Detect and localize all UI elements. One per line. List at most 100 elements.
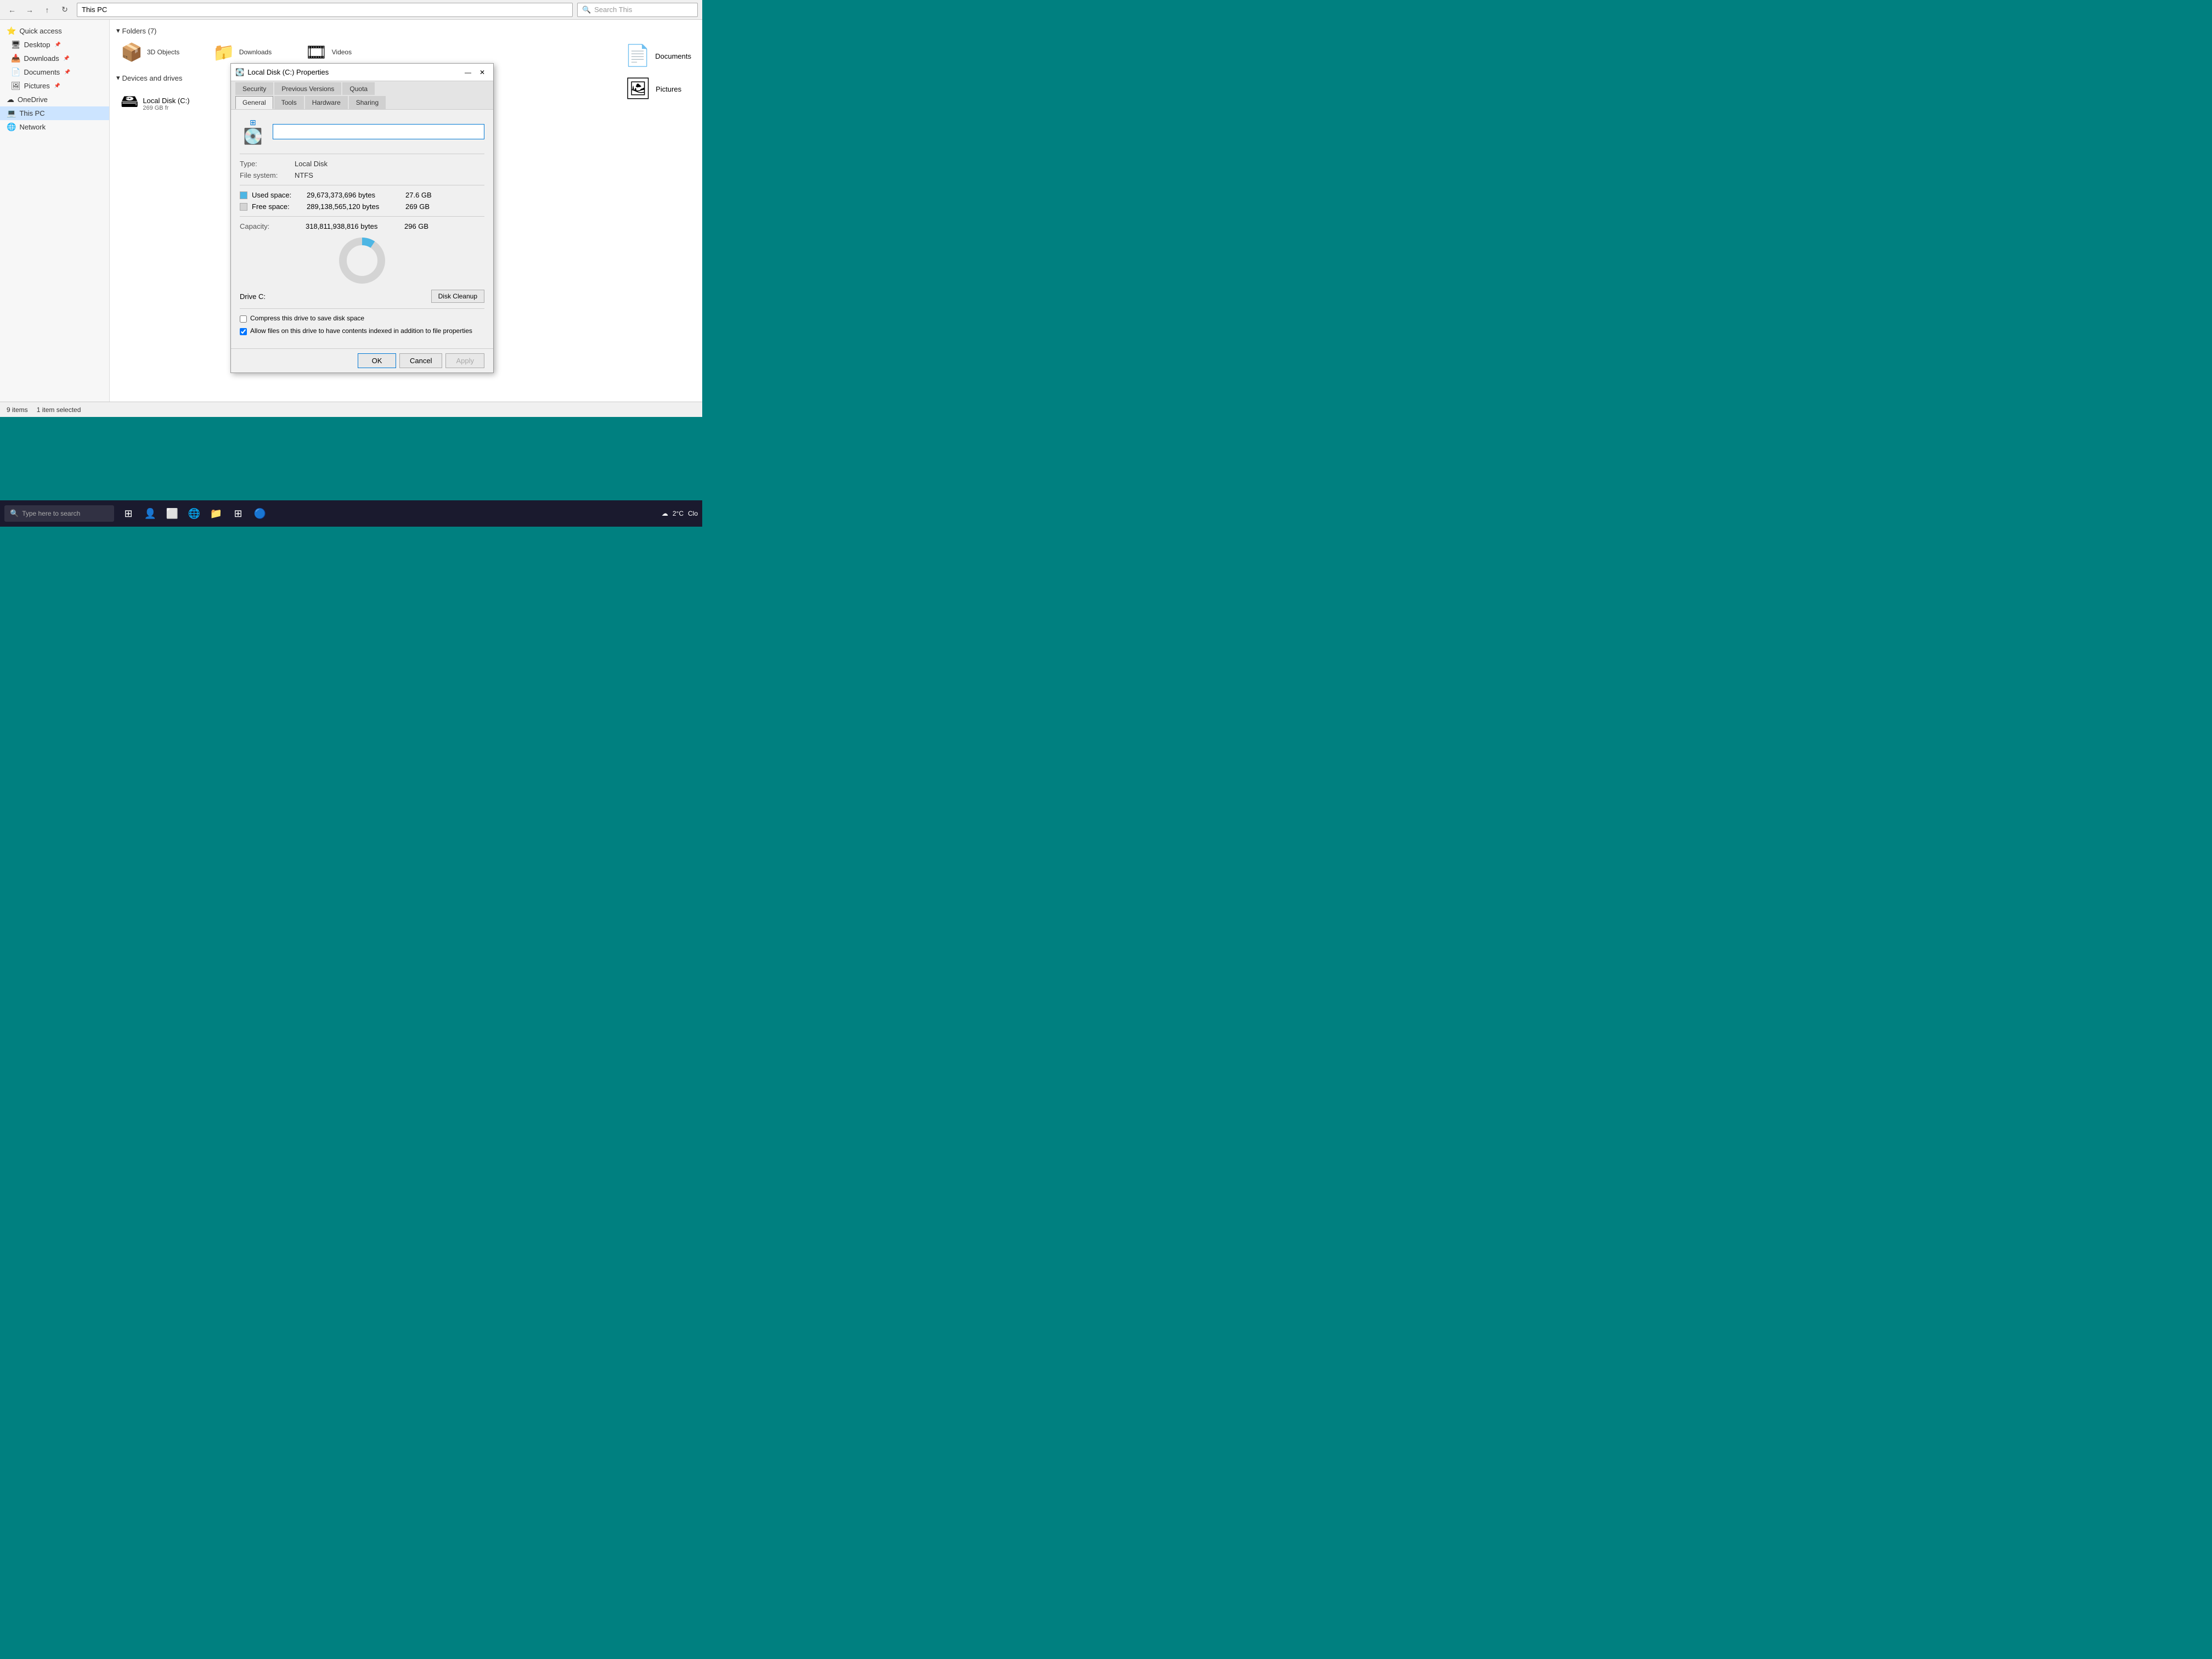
used-space-row: Used space: 29,673,373,696 bytes 27.6 GB <box>240 191 484 199</box>
device-info: Local Disk (C:) 269 GB fr <box>143 97 189 111</box>
tab-hardware[interactable]: Hardware <box>305 96 348 109</box>
taskbar-icon-start[interactable]: ⊞ <box>119 504 138 523</box>
sidebar-item-this-pc[interactable]: 💻 This PC <box>0 106 109 120</box>
sidebar-item-pictures[interactable]: 🖼 Pictures 📌 <box>0 79 109 93</box>
list-item[interactable]: 🎞 Videos <box>301 40 388 65</box>
list-item[interactable]: 📦 3D Objects <box>116 40 204 65</box>
ok-button[interactable]: OK <box>358 353 396 368</box>
drive-label: Drive C: <box>240 292 266 301</box>
taskbar-icon-chrome[interactable]: 🔵 <box>250 504 270 523</box>
sidebar-item-quick-access[interactable]: ⭐ Quick access <box>0 24 109 38</box>
sidebar-item-label: Desktop <box>24 41 50 49</box>
drive-icon-large: 💽 <box>244 127 263 145</box>
list-item[interactable]: 📄 Documents <box>625 44 691 68</box>
free-color-box <box>240 203 247 211</box>
folder-name: 3D Objects <box>147 48 179 56</box>
tab-row-1: Security Previous Versions Quota <box>231 81 493 95</box>
index-label: Allow files on this drive to have conten… <box>250 327 472 335</box>
sidebar-item-label: OneDrive <box>18 95 48 104</box>
taskbar-icons: ⊞ 👤 ⬜ 🌐 📁 ⊞ 🔵 <box>119 504 270 523</box>
list-item[interactable]: 🖼 Pictures <box>625 77 691 101</box>
up-button[interactable]: ↑ <box>40 2 55 18</box>
tab-tools[interactable]: Tools <box>274 96 304 109</box>
pc-icon: 💻 <box>7 109 16 118</box>
folder-icon: 🎞 <box>305 42 328 63</box>
used-gb: 27.6 GB <box>405 191 432 199</box>
taskbar-icon-explorer[interactable]: 📁 <box>206 504 226 523</box>
tab-sharing[interactable]: Sharing <box>349 96 386 109</box>
search-bar[interactable]: 🔍 Search This <box>577 3 698 17</box>
type-label: Type: <box>240 160 295 168</box>
folder-icon: 📁⬇ <box>213 42 235 63</box>
desktop-icon: 🖥 <box>11 40 21 49</box>
folder-icon: 📄 <box>625 44 651 68</box>
capacity-bytes: 318,811,938,816 bytes <box>306 222 404 230</box>
cancel-button[interactable]: Cancel <box>399 353 442 368</box>
minimize-button[interactable]: — <box>461 66 475 79</box>
status-bar: 9 items 1 item selected <box>0 402 702 417</box>
close-button[interactable]: ✕ <box>476 66 489 79</box>
divider <box>240 308 484 309</box>
tab-general[interactable]: General <box>235 96 273 109</box>
search-icon: 🔍 <box>582 5 591 14</box>
folders-grid: 📦 3D Objects 📁⬇ Downloads 🎞 Videos <box>116 40 696 65</box>
capacity-label: Capacity: <box>240 222 306 230</box>
address-bar[interactable]: This PC <box>77 3 573 17</box>
index-checkbox[interactable] <box>240 328 247 335</box>
devices-header-text: Devices and drives <box>122 74 183 82</box>
used-color-box <box>240 191 247 199</box>
apply-button[interactable]: Apply <box>445 353 484 368</box>
sidebar-item-label: Pictures <box>24 82 50 90</box>
fs-row: File system: NTFS <box>240 171 484 179</box>
folder-name: Pictures <box>656 85 681 93</box>
folder-icon: 🖼 <box>625 77 651 101</box>
folder-name: Videos <box>332 48 352 56</box>
refresh-button[interactable]: ↻ <box>57 2 72 18</box>
compress-checkbox[interactable] <box>240 315 247 323</box>
capacity-gb: 296 GB <box>404 222 428 230</box>
chevron-icon: ▾ <box>116 74 120 82</box>
right-folders: 📄 Documents 🖼 Pictures <box>625 44 691 101</box>
nav-buttons: ← → ↑ ↻ <box>4 2 72 18</box>
sidebar-item-label: Quick access <box>19 27 61 35</box>
back-button[interactable]: ← <box>4 2 20 18</box>
pin-icon: 📌 <box>54 42 60 48</box>
properties-dialog: 💽 Local Disk (C:) Properties — ✕ Securit… <box>230 63 494 373</box>
taskbar-icon-people[interactable]: 👤 <box>140 504 160 523</box>
taskbar-icon-taskview[interactable]: ⬜ <box>162 504 182 523</box>
weather-desc: Clo <box>688 510 698 517</box>
disk-cleanup-button[interactable]: Disk Cleanup <box>431 290 484 303</box>
tab-security[interactable]: Security <box>235 82 273 95</box>
used-bytes: 29,673,373,696 bytes <box>307 191 405 199</box>
device-detail: 269 GB fr <box>143 105 189 111</box>
index-checkbox-row: Allow files on this drive to have conten… <box>240 327 484 335</box>
fs-value: NTFS <box>295 171 313 179</box>
tab-quota[interactable]: Quota <box>342 82 375 95</box>
dialog-title-bar: 💽 Local Disk (C:) Properties — ✕ <box>231 64 493 81</box>
sidebar-item-desktop[interactable]: 🖥 Desktop 📌 <box>0 38 109 52</box>
sidebar-item-downloads[interactable]: 📥 Downloads 📌 <box>0 52 109 65</box>
sidebar-item-onedrive[interactable]: ☁ OneDrive <box>0 93 109 106</box>
selected-count: 1 item selected <box>37 406 81 414</box>
tab-previous-versions[interactable]: Previous Versions <box>274 82 341 95</box>
taskbar-icon-edge[interactable]: 🌐 <box>184 504 204 523</box>
dialog-title: 💽 Local Disk (C:) Properties <box>235 68 461 77</box>
sidebar-item-network[interactable]: 🌐 Network <box>0 120 109 134</box>
taskbar-search[interactable]: 🔍 Type here to search <box>4 505 114 522</box>
taskbar-icon-windows[interactable]: ⊞ <box>228 504 248 523</box>
free-space-row: Free space: 289,138,565,120 bytes 269 GB <box>240 202 484 211</box>
sidebar: ⭐ Quick access 🖥 Desktop 📌 📥 Downloads 📌… <box>0 20 110 402</box>
sidebar-item-documents[interactable]: 📄 Documents 📌 <box>0 65 109 79</box>
free-bytes: 289,138,565,120 bytes <box>307 202 405 211</box>
taskbar: 🔍 Type here to search ⊞ 👤 ⬜ 🌐 📁 ⊞ 🔵 ☁ 2°… <box>0 500 702 527</box>
list-item[interactable]: 📁⬇ Downloads <box>208 40 296 65</box>
sidebar-item-label: Documents <box>24 68 60 76</box>
network-icon: 🌐 <box>7 122 16 132</box>
items-count: 9 items <box>7 406 28 414</box>
disk-name-input[interactable] <box>273 124 484 139</box>
title-bar: ← → ↑ ↻ This PC 🔍 Search This <box>0 0 702 20</box>
pin-icon: 📌 <box>64 69 70 75</box>
dialog-controls: — ✕ <box>461 66 489 79</box>
dialog-title-text: Local Disk (C:) Properties <box>247 68 329 76</box>
forward-button[interactable]: → <box>22 2 37 18</box>
